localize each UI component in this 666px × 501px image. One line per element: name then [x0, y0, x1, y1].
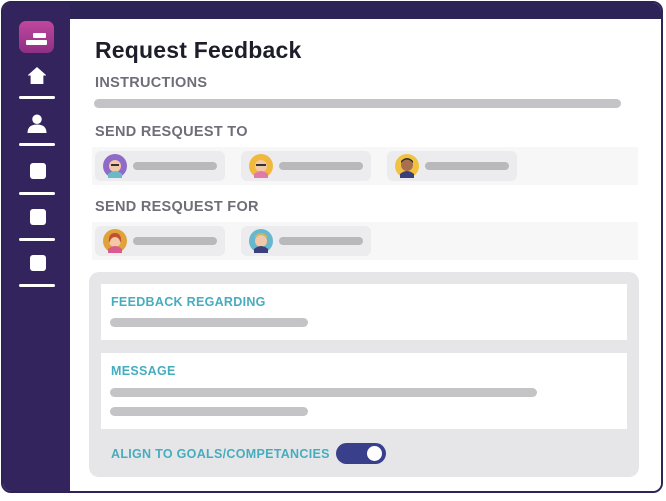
sidebar-item-underline: [19, 96, 55, 99]
align-goals-toggle[interactable]: [336, 443, 386, 464]
sidebar-item-home[interactable]: [19, 67, 55, 99]
message-line-placeholder: [110, 388, 537, 397]
sidebar-item-3[interactable]: [19, 163, 55, 195]
sidebar: [3, 3, 70, 491]
person-chip[interactable]: [95, 226, 225, 256]
toggle-knob: [367, 446, 382, 461]
avatar-woman-red-hair-icon: [103, 229, 127, 253]
message-label: MESSAGE: [111, 364, 176, 378]
avatar-woman-purple-hair-icon: [103, 154, 127, 178]
app-window: Request Feedback INSTRUCTIONS SEND RESQU…: [1, 1, 663, 493]
square-icon: [30, 209, 46, 225]
main-content: Request Feedback INSTRUCTIONS SEND RESQU…: [70, 19, 661, 491]
person-name-placeholder: [133, 237, 217, 245]
details-panel: FEEDBACK REGARDING MESSAGE ALIGN TO GOAL…: [89, 272, 639, 477]
person-name-placeholder: [425, 162, 509, 170]
person-name-placeholder: [279, 237, 363, 245]
person-name-placeholder: [279, 162, 363, 170]
home-icon: [28, 67, 46, 84]
square-icon: [30, 163, 46, 179]
top-bar: [3, 3, 661, 19]
logo-icon[interactable]: [19, 21, 54, 53]
avatar-woman-blonde-glasses-icon: [249, 154, 273, 178]
sidebar-item-4[interactable]: [19, 209, 55, 241]
person-chip[interactable]: [387, 151, 517, 181]
instructions-label: INSTRUCTIONS: [95, 75, 208, 91]
send-for-label: SEND RESQUEST FOR: [95, 199, 259, 215]
sidebar-item-underline: [19, 284, 55, 287]
send-for-row: [92, 222, 638, 260]
send-to-row: [92, 147, 638, 185]
instructions-text-placeholder: [94, 99, 621, 108]
person-chip[interactable]: [241, 151, 371, 181]
feedback-regarding-value-placeholder: [110, 318, 308, 327]
person-chip[interactable]: [241, 226, 371, 256]
person-chip[interactable]: [95, 151, 225, 181]
avatar-man-blonde-hair-icon: [249, 229, 273, 253]
page-title: Request Feedback: [95, 37, 302, 63]
user-icon: [27, 114, 47, 133]
avatar-man-dark-hair-icon: [395, 154, 419, 178]
feedback-regarding-label: FEEDBACK REGARDING: [111, 295, 266, 309]
person-name-placeholder: [133, 162, 217, 170]
feedback-regarding-field[interactable]: FEEDBACK REGARDING: [101, 284, 627, 340]
sidebar-item-underline: [19, 238, 55, 241]
send-to-label: SEND RESQUEST TO: [95, 124, 248, 140]
sidebar-item-underline: [19, 192, 55, 195]
align-goals-label: ALIGN TO GOALS/COMPETANCIES: [111, 447, 330, 461]
sidebar-item-5[interactable]: [19, 255, 55, 287]
square-icon: [30, 255, 46, 271]
sidebar-item-underline: [19, 143, 55, 146]
message-field[interactable]: MESSAGE: [101, 353, 627, 429]
sidebar-item-profile[interactable]: [19, 114, 55, 146]
message-line-placeholder: [110, 407, 308, 416]
